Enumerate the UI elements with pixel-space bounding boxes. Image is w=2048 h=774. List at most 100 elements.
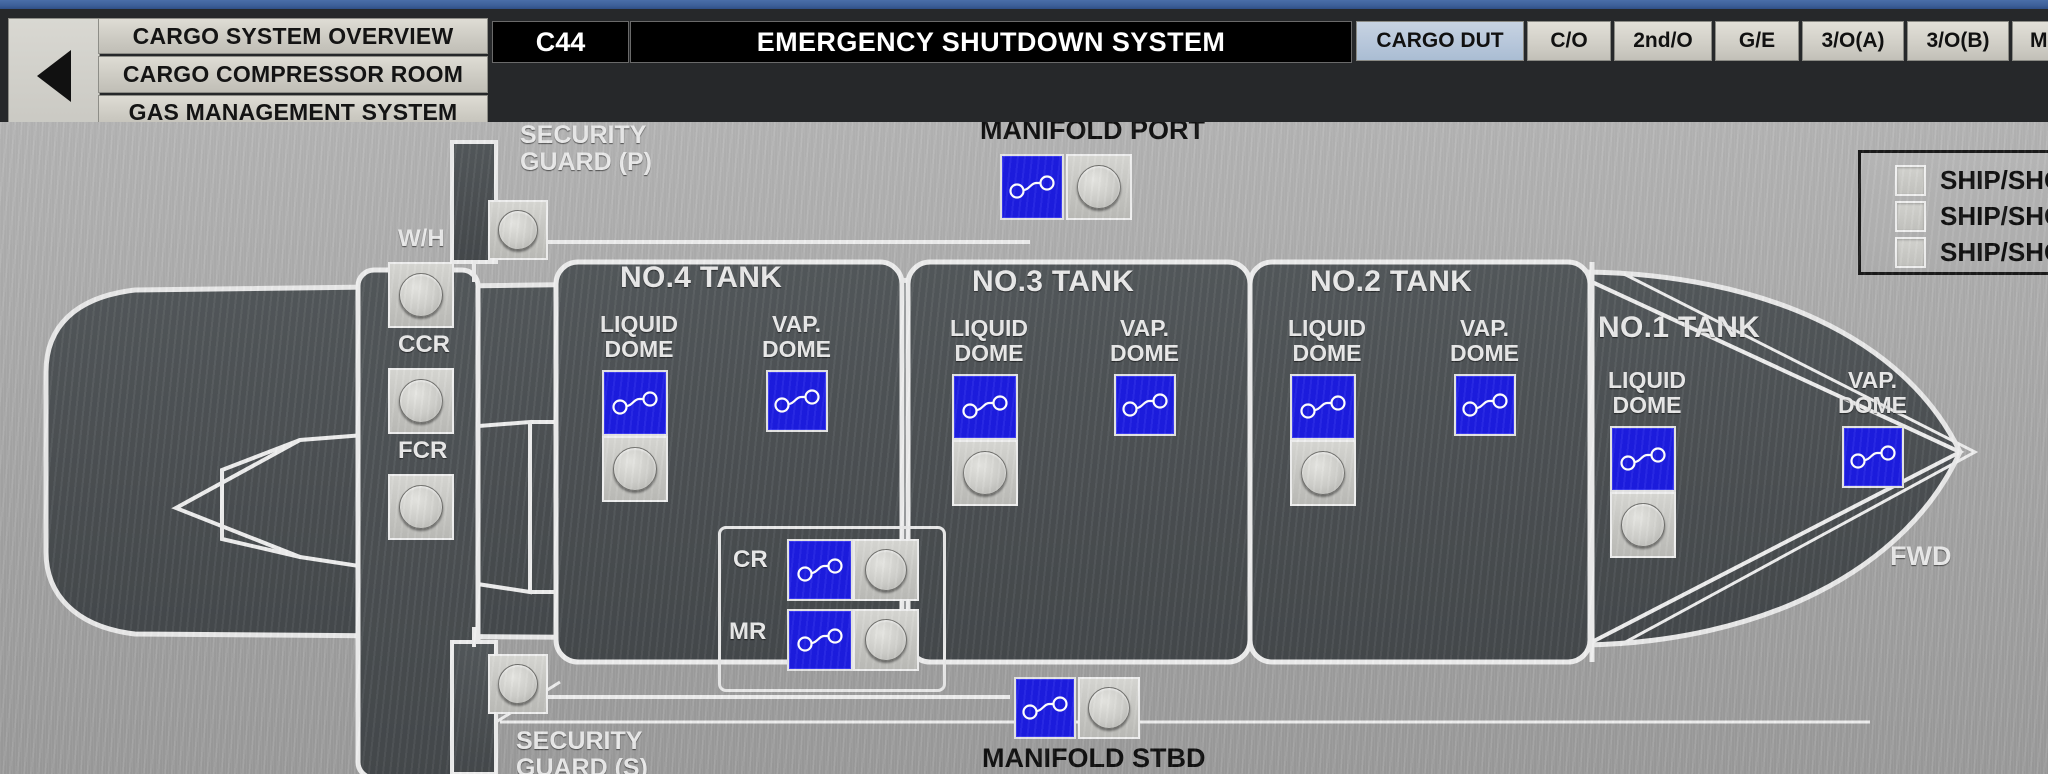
ship-shore-checkbox[interactable] bbox=[1895, 164, 1926, 196]
manifold-stbd-valve-button[interactable] bbox=[1014, 677, 1076, 739]
tab-c-o[interactable]: C/O bbox=[1527, 21, 1611, 61]
ship-shore-label: SHIP/SHORE bbox=[1940, 236, 2048, 267]
round-push-button-icon bbox=[613, 447, 657, 491]
tank-name-no-3: NO.3 TANK bbox=[972, 265, 1135, 298]
station-button-w-h[interactable] bbox=[388, 262, 454, 328]
esd-valve-switch-icon bbox=[1300, 395, 1346, 419]
tab-label: CARGO DUT bbox=[1376, 29, 1504, 52]
station-button-ccr[interactable] bbox=[388, 368, 454, 434]
cr-reset-button[interactable] bbox=[853, 539, 919, 601]
cr-mr-panel: CR MR bbox=[718, 526, 946, 692]
tab-2nd-o[interactable]: 2nd/O bbox=[1614, 21, 1712, 61]
esd-screen: CARGO SYSTEM OVERVIEW CARGO COMPRESSOR R… bbox=[0, 0, 2048, 774]
security-guard-port-button[interactable] bbox=[488, 200, 548, 260]
esd-valve-switch-icon bbox=[1009, 175, 1055, 199]
round-push-button-icon bbox=[399, 485, 443, 529]
sidebar-item-cargo-compressor-room[interactable]: CARGO COMPRESSOR ROOM bbox=[98, 56, 488, 93]
liquid-dome-reset-button-no-2[interactable] bbox=[1290, 440, 1356, 506]
window-top-strip bbox=[0, 0, 2048, 9]
tab-label: G/E bbox=[1738, 29, 1776, 52]
mr-valve-button[interactable] bbox=[787, 609, 853, 671]
tab-mach-duty[interactable]: MACH DUTY bbox=[2012, 21, 2048, 61]
esd-valve-switch-icon bbox=[612, 391, 658, 415]
nav-menu: CARGO SYSTEM OVERVIEW CARGO COMPRESSOR R… bbox=[98, 18, 488, 131]
tab-cargo-dut[interactable]: CARGO DUT bbox=[1356, 21, 1524, 61]
esd-valve-switch-icon bbox=[962, 395, 1008, 419]
liquid-dome-valve-button-no-3[interactable] bbox=[952, 374, 1018, 440]
tab-label: MACH DUTY bbox=[2030, 29, 2048, 52]
vapor-dome-label-no-4: VAP. DOME bbox=[762, 311, 831, 362]
manifold-port-label: MANIFOLD PORT bbox=[980, 122, 1205, 145]
vapor-dome-label-no-2: VAP. DOME bbox=[1450, 315, 1519, 366]
vapor-dome-label-no-1: VAP. DOME bbox=[1838, 367, 1907, 418]
ship-diagram: SECURITY GUARD (P) SECURITY GUARD (S) MA… bbox=[0, 122, 2048, 774]
sidebar-item-cargo-system-overview[interactable]: CARGO SYSTEM OVERVIEW bbox=[98, 18, 488, 55]
vapor-dome-valve-button-no-3[interactable] bbox=[1114, 374, 1176, 436]
tank-name-no-2: NO.2 TANK bbox=[1310, 265, 1473, 298]
tab-label: 3/O(A) bbox=[1821, 29, 1885, 52]
esd-valve-switch-icon bbox=[1462, 393, 1508, 417]
esd-valve-switch-icon bbox=[1620, 447, 1666, 471]
station-label-fcr: FCR bbox=[398, 437, 448, 464]
nav-label: CARGO SYSTEM OVERVIEW bbox=[132, 22, 454, 49]
round-push-button-icon bbox=[865, 619, 907, 661]
manifold-stbd-reset-button[interactable] bbox=[1078, 677, 1140, 739]
ship-shore-checkbox[interactable] bbox=[1895, 236, 1926, 268]
ship-shore-label: SHIP/SHORE bbox=[1940, 200, 2048, 231]
round-push-button-icon bbox=[498, 664, 538, 704]
station-label-ccr: CCR bbox=[398, 331, 450, 358]
ship-shore-row: SHIP/SHORE bbox=[1895, 162, 2048, 198]
liquid-dome-label-no-2: LIQUID DOME bbox=[1288, 315, 1366, 366]
esd-valve-switch-icon bbox=[1850, 445, 1896, 469]
round-push-button-icon bbox=[1301, 451, 1345, 495]
tab-3-o-a[interactable]: 3/O(A) bbox=[1802, 21, 1904, 61]
round-push-button-icon bbox=[1621, 503, 1665, 547]
header-bar: CARGO SYSTEM OVERVIEW CARGO COMPRESSOR R… bbox=[0, 9, 2048, 133]
station-label-w-h: W/H bbox=[398, 225, 445, 252]
left-triangle-icon bbox=[37, 49, 71, 102]
manifold-port-reset-button[interactable] bbox=[1066, 154, 1132, 220]
mr-reset-button[interactable] bbox=[853, 609, 919, 671]
back-button[interactable] bbox=[8, 18, 100, 133]
page-code-value: C44 bbox=[535, 26, 586, 57]
liquid-dome-reset-button-no-3[interactable] bbox=[952, 440, 1018, 506]
vapor-dome-valve-button-no-1[interactable] bbox=[1842, 426, 1904, 488]
liquid-dome-valve-button-no-1[interactable] bbox=[1610, 426, 1676, 492]
security-guard-stbd-button[interactable] bbox=[488, 654, 548, 714]
round-push-button-icon bbox=[865, 549, 907, 591]
liquid-dome-reset-button-no-1[interactable] bbox=[1610, 492, 1676, 558]
liquid-dome-label-no-4: LIQUID DOME bbox=[600, 311, 678, 362]
ship-shore-checkbox[interactable] bbox=[1895, 200, 1926, 232]
user-role-tabs: CARGO DUT C/O 2nd/O G/E 3/O(A) 3/O(B) MACH DUT… bbox=[1356, 21, 2048, 61]
tab-g-e[interactable]: G/E bbox=[1715, 21, 1799, 61]
round-push-button-icon bbox=[399, 273, 443, 317]
liquid-dome-label-no-3: LIQUID DOME bbox=[950, 315, 1028, 366]
tank-name-no-1: NO.1 TANK bbox=[1598, 311, 1761, 344]
liquid-dome-valve-button-no-4[interactable] bbox=[602, 370, 668, 436]
station-button-fcr[interactable] bbox=[388, 474, 454, 540]
round-push-button-icon bbox=[399, 379, 443, 423]
tab-label: C/O bbox=[1550, 29, 1588, 52]
cr-valve-button[interactable] bbox=[787, 539, 853, 601]
manifold-port-valve-button[interactable] bbox=[1000, 154, 1064, 220]
round-push-button-icon bbox=[498, 210, 538, 250]
cr-label: CR bbox=[733, 546, 768, 573]
esd-valve-switch-icon bbox=[774, 389, 820, 413]
mr-label: MR bbox=[729, 618, 767, 645]
round-push-button-icon bbox=[1088, 687, 1130, 729]
vapor-dome-valve-button-no-4[interactable] bbox=[766, 370, 828, 432]
vapor-dome-valve-button-no-2[interactable] bbox=[1454, 374, 1516, 436]
page-code-field: C44 bbox=[492, 21, 629, 63]
liquid-dome-valve-button-no-2[interactable] bbox=[1290, 374, 1356, 440]
page-title: EMERGENCY SHUTDOWN SYSTEM bbox=[630, 21, 1352, 63]
liquid-dome-label-no-1: LIQUID DOME bbox=[1608, 367, 1686, 418]
ship-shore-panel: SHIP/SHORE SHIP/SHORE SHIP/SHORE bbox=[1858, 150, 2048, 275]
liquid-dome-reset-button-no-4[interactable] bbox=[602, 436, 668, 502]
security-guard-port-label: SECURITY GUARD (P) bbox=[520, 122, 652, 176]
tab-label: 2nd/O bbox=[1633, 29, 1693, 52]
esd-valve-switch-icon bbox=[797, 628, 843, 652]
round-push-button-icon bbox=[1077, 165, 1121, 209]
tab-3-o-b[interactable]: 3/O(B) bbox=[1907, 21, 2009, 61]
round-push-button-icon bbox=[963, 451, 1007, 495]
security-guard-stbd-label: SECURITY GUARD (S) bbox=[516, 727, 648, 774]
